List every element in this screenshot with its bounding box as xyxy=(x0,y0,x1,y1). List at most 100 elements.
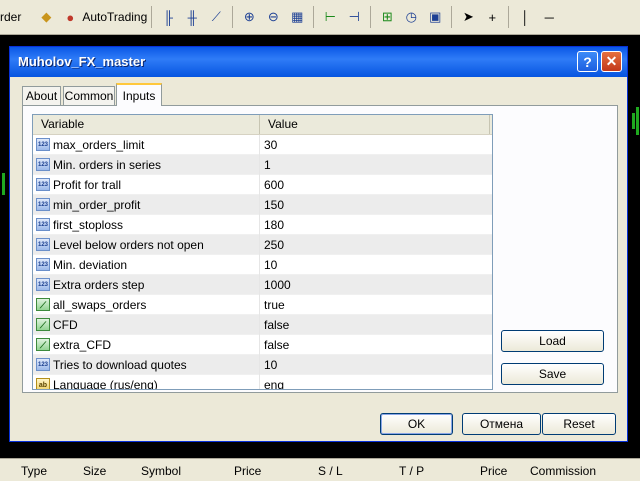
close-button[interactable]: ✕ xyxy=(601,51,622,72)
column-symbol[interactable]: Symbol xyxy=(141,464,181,478)
variable-name: Min. orders in series xyxy=(53,158,162,172)
dialog-titlebar[interactable]: Muholov_FX_master ? ✕ xyxy=(10,47,627,77)
integer-type-icon: 123 xyxy=(36,178,50,191)
autoscroll-icon[interactable]: ⊣ xyxy=(343,6,365,28)
column-divider xyxy=(259,155,260,175)
table-row[interactable]: ⟋ all_swaps_orders true xyxy=(33,295,492,315)
new-order-label[interactable]: rder xyxy=(0,10,21,24)
column-header-value[interactable]: Value xyxy=(260,115,490,134)
variable-value[interactable]: 1 xyxy=(264,155,271,175)
dialog-title: Muholov_FX_master xyxy=(18,54,146,69)
variable-value[interactable]: 250 xyxy=(264,235,284,255)
main-toolbar: rder ◆ ● AutoTrading ╟ ╫ ⟋ ⊕ ⊖ ▦ ⊢ ⊣ ⊞ ◷… xyxy=(0,0,640,35)
variable-name: Tries to download quotes xyxy=(53,358,187,372)
vertical-line-icon[interactable]: │ xyxy=(514,6,536,28)
variable-value[interactable]: 180 xyxy=(264,215,284,235)
variable-value[interactable]: eng xyxy=(264,375,284,389)
autotrading-icon[interactable]: ● xyxy=(59,6,81,28)
variable-name: Profit for trall xyxy=(53,178,122,192)
navigator-icon[interactable]: ◆ xyxy=(35,6,57,28)
column-price[interactable]: Price xyxy=(234,464,261,478)
zoom-out-icon[interactable]: ⊖ xyxy=(262,6,284,28)
integer-type-icon: 123 xyxy=(36,358,50,371)
line-chart-icon[interactable]: ⟋ xyxy=(205,6,227,28)
column-take-profit[interactable]: T / P xyxy=(399,464,424,478)
reset-button[interactable]: Reset xyxy=(542,413,616,435)
integer-type-icon: 123 xyxy=(36,218,50,231)
boolean-type-icon: ⟋ xyxy=(36,298,50,311)
variable-name: extra_CFD xyxy=(53,338,112,352)
indicators-icon[interactable]: ⊞ xyxy=(376,6,398,28)
candlestick-icon[interactable]: ╫ xyxy=(181,6,203,28)
column-commission[interactable]: Commission xyxy=(530,464,596,478)
boolean-type-icon: ⟋ xyxy=(36,318,50,331)
variable-name: Level below orders not open xyxy=(53,238,204,252)
variable-name: Min. deviation xyxy=(53,258,128,272)
cancel-button[interactable]: Отмена xyxy=(462,413,541,435)
inputs-table: Variable Value 123 max_orders_limit 30 123 M… xyxy=(32,114,493,390)
column-divider xyxy=(259,315,260,335)
toolbar-separator xyxy=(151,6,153,28)
variable-value[interactable]: 30 xyxy=(264,135,277,155)
terminal-columns: Type Size Symbol Price S / L T / P Price… xyxy=(0,458,640,481)
toolbar-separator xyxy=(508,6,510,28)
help-button[interactable]: ? xyxy=(577,51,598,72)
table-row[interactable]: 123 Extra orders step 1000 xyxy=(33,275,492,295)
variable-name: first_stoploss xyxy=(53,218,124,232)
variable-value[interactable]: 600 xyxy=(264,175,284,195)
table-row[interactable]: 123 min_order_profit 150 xyxy=(33,195,492,215)
variable-name: min_order_profit xyxy=(53,198,141,212)
variable-value[interactable]: false xyxy=(264,335,289,355)
load-button[interactable]: Load xyxy=(501,330,604,352)
variable-value[interactable]: 150 xyxy=(264,195,284,215)
periods-icon[interactable]: ◷ xyxy=(400,6,422,28)
table-row[interactable]: 123 max_orders_limit 30 xyxy=(33,135,492,155)
variable-value[interactable]: false xyxy=(264,315,289,335)
table-row[interactable]: 123 Min. orders in series 1 xyxy=(33,155,492,175)
column-type[interactable]: Type xyxy=(21,464,47,478)
toolbar-separator xyxy=(232,6,234,28)
expert-properties-dialog: Muholov_FX_master ? ✕ About Common Input… xyxy=(9,46,628,442)
table-row[interactable]: ab Language (rus/eng) eng xyxy=(33,375,492,389)
inputs-panel: Variable Value 123 max_orders_limit 30 123 M… xyxy=(22,105,618,393)
column-size[interactable]: Size xyxy=(83,464,106,478)
cursor-icon[interactable]: ➤ xyxy=(457,6,479,28)
boolean-type-icon: ⟋ xyxy=(36,338,50,351)
crosshair-icon[interactable]: + xyxy=(481,6,503,28)
tile-windows-icon[interactable]: ▦ xyxy=(286,6,308,28)
tab-common[interactable]: Common xyxy=(63,86,115,105)
tab-inputs[interactable]: Inputs xyxy=(116,83,162,106)
horizontal-line-icon[interactable]: ─ xyxy=(538,6,560,28)
column-price-current[interactable]: Price xyxy=(480,464,507,478)
table-row[interactable]: 123 Min. deviation 10 xyxy=(33,255,492,275)
variable-name: Extra orders step xyxy=(53,278,145,292)
bar-chart-icon[interactable]: ╟ xyxy=(157,6,179,28)
variable-value[interactable]: 10 xyxy=(264,255,277,275)
ok-button[interactable]: OK xyxy=(380,413,453,435)
table-row[interactable]: 123 Profit for trall 600 xyxy=(33,175,492,195)
variable-value[interactable]: 10 xyxy=(264,355,277,375)
templates-icon[interactable]: ▣ xyxy=(424,6,446,28)
variable-value[interactable]: 1000 xyxy=(264,275,291,295)
chart-shift-icon[interactable]: ⊢ xyxy=(319,6,341,28)
autotrading-button[interactable]: AutoTrading xyxy=(82,10,147,24)
integer-type-icon: 123 xyxy=(36,158,50,171)
column-divider xyxy=(259,375,260,389)
table-row[interactable]: ⟋ CFD false xyxy=(33,315,492,335)
table-row[interactable]: 123 first_stoploss 180 xyxy=(33,215,492,235)
tab-about[interactable]: About xyxy=(22,86,61,105)
variable-name: CFD xyxy=(53,318,78,332)
column-divider xyxy=(259,135,260,155)
integer-type-icon: 123 xyxy=(36,238,50,251)
column-header-variable[interactable]: Variable xyxy=(33,115,260,134)
save-button[interactable]: Save xyxy=(501,363,604,385)
column-divider xyxy=(259,235,260,255)
table-row[interactable]: 123 Tries to download quotes 10 xyxy=(33,355,492,375)
zoom-in-icon[interactable]: ⊕ xyxy=(238,6,260,28)
string-type-icon: ab xyxy=(36,378,50,389)
table-row[interactable]: 123 Level below orders not open 250 xyxy=(33,235,492,255)
table-header: Variable Value xyxy=(33,115,492,135)
variable-value[interactable]: true xyxy=(264,295,285,315)
table-row[interactable]: ⟋ extra_CFD false xyxy=(33,335,492,355)
column-stop-loss[interactable]: S / L xyxy=(318,464,343,478)
